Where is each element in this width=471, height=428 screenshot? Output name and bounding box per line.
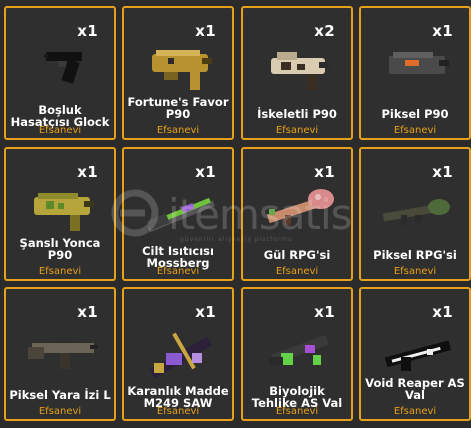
pixel-rpg-icon	[379, 183, 455, 239]
item-card[interactable]: x1 Karanlık Madde M249 SAW Efsanevi	[122, 287, 234, 421]
item-name: Piksel Yara İzi L	[9, 388, 111, 402]
item-rarity: Efsanevi	[38, 125, 82, 136]
item-quantity: x1	[432, 22, 453, 40]
pixel-p90-icon	[379, 42, 455, 98]
item-rarity: Efsanevi	[38, 406, 82, 417]
skeleton-p90-icon	[261, 42, 337, 98]
item-card[interactable]: x1 Cilt Isıtıcısı Mossberg Efsanevi	[122, 147, 234, 281]
item-quantity: x1	[314, 303, 335, 321]
item-rarity: Efsanevi	[156, 125, 200, 136]
item-rarity: Efsanevi	[156, 266, 200, 277]
void-asval-icon	[379, 323, 455, 379]
item-name: Piksel RPG'si	[373, 248, 457, 262]
item-rarity: Efsanevi	[393, 266, 437, 277]
item-quantity: x1	[432, 163, 453, 181]
item-card[interactable]: x1 Biyolojik Tehlike AS Val Efsanevi	[241, 287, 353, 421]
item-rarity: Efsanevi	[156, 406, 200, 417]
item-card[interactable]: x1 Boşluk Hasatçısı Glock Efsanevi	[4, 6, 116, 140]
item-rarity: Efsanevi	[275, 125, 319, 136]
item-rarity: Efsanevi	[393, 125, 437, 136]
item-quantity: x1	[195, 22, 216, 40]
mossberg-shotgun-icon	[142, 183, 218, 239]
item-rarity: Efsanevi	[275, 406, 319, 417]
pixel-scar-rifle-icon	[24, 323, 100, 379]
clover-p90-icon	[24, 183, 100, 239]
rose-rpg-icon	[261, 183, 337, 239]
item-name: Gül RPG'si	[263, 248, 331, 262]
item-card[interactable]: x1 Void Reaper AS Val Efsanevi	[359, 287, 471, 421]
item-rarity: Efsanevi	[38, 266, 82, 277]
gold-p90-icon	[142, 42, 218, 98]
item-name: İskeletli P90	[257, 107, 337, 121]
item-quantity: x1	[77, 303, 98, 321]
item-card[interactable]: x2 İskeletli P90 Efsanevi	[241, 6, 353, 140]
item-rarity: Efsanevi	[275, 266, 319, 277]
item-name: Fortune's Favor P90	[127, 95, 229, 121]
item-quantity: x1	[195, 163, 216, 181]
item-card[interactable]: x1 Piksel RPG'si Efsanevi	[359, 147, 471, 281]
item-card[interactable]: x1 Gül RPG'si Efsanevi	[241, 147, 353, 281]
item-card[interactable]: x1 Şanslı Yonca P90 Efsanevi	[4, 147, 116, 281]
inventory-grid: x1 Boşluk Hasatçısı Glock Efsanevi x1 Fort…	[0, 0, 471, 428]
biohazard-asval-icon	[261, 323, 337, 379]
item-quantity: x1	[77, 163, 98, 181]
item-quantity: x1	[314, 163, 335, 181]
item-card[interactable]: x1 Fortune's Favor P90 Efsanevi	[122, 6, 234, 140]
glock-pistol-icon	[24, 42, 100, 98]
item-name: Şanslı Yonca P90	[19, 236, 101, 262]
item-quantity: x1	[432, 303, 453, 321]
item-quantity: x1	[77, 22, 98, 40]
item-card[interactable]: x1 Piksel Yara İzi L Efsanevi	[4, 287, 116, 421]
item-quantity: x1	[195, 303, 216, 321]
item-quantity: x2	[314, 22, 335, 40]
item-rarity: Efsanevi	[393, 406, 437, 417]
item-name: Piksel P90	[381, 107, 449, 121]
item-name: Void Reaper AS Val	[365, 376, 465, 402]
dark-matter-m249-icon	[142, 323, 218, 379]
item-card[interactable]: x1 Piksel P90 Efsanevi	[359, 6, 471, 140]
